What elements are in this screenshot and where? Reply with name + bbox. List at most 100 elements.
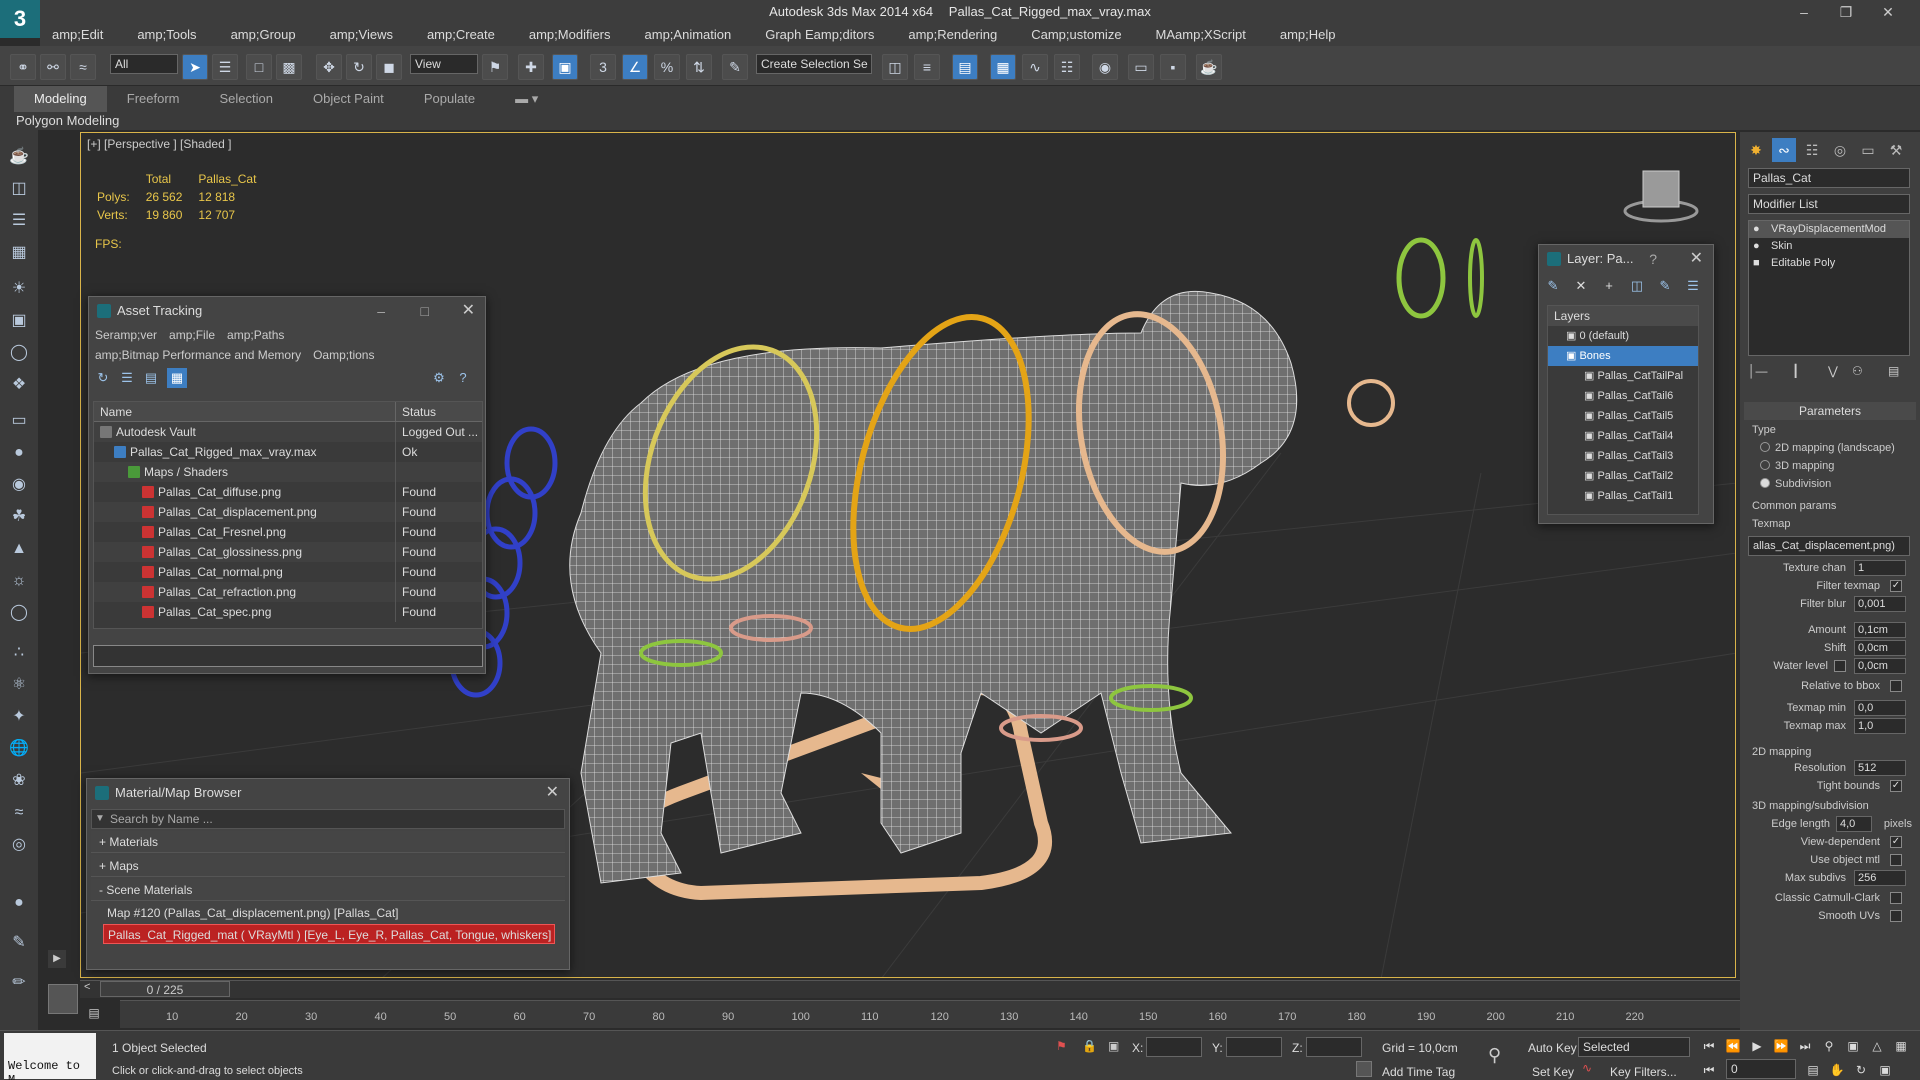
render-sphere-icon[interactable]: ● xyxy=(6,890,32,916)
scene-explorer-icon[interactable]: ◫ xyxy=(6,176,32,202)
key-filter-icon[interactable]: ∿ xyxy=(1582,1061,1592,1075)
asset-row[interactable]: Pallas_Cat_refraction.png Found xyxy=(94,582,482,602)
tab-modeling[interactable]: Modeling xyxy=(14,86,107,112)
y-coordinate-field[interactable] xyxy=(1226,1037,1282,1057)
close-icon[interactable]: ✕ xyxy=(1690,245,1703,273)
reference-coord-select[interactable]: View xyxy=(410,54,478,74)
globe-icon[interactable]: 🌐 xyxy=(6,736,32,762)
particles-icon[interactable]: ∴ xyxy=(6,640,32,666)
edit-named-selection-icon[interactable]: ✎ xyxy=(722,54,748,80)
layer-item[interactable]: ▣ Pallas_CatTail4 xyxy=(1548,426,1698,446)
close-window-button[interactable]: ✕ xyxy=(1868,0,1908,24)
group-maps[interactable]: + Maps xyxy=(91,855,565,877)
x-coordinate-field[interactable] xyxy=(1146,1037,1202,1057)
asset-row[interactable]: Pallas_Cat_glossiness.png Found xyxy=(94,542,482,562)
layer-item[interactable]: ▣ Pallas_CatTailPal xyxy=(1548,366,1698,386)
stack-item-vraydisplacement[interactable]: ● VRayDisplacementMod xyxy=(1749,221,1909,238)
time-config-icon[interactable]: ▤ xyxy=(1804,1061,1822,1079)
filter-blur-input[interactable]: 0,001 xyxy=(1854,596,1906,612)
layer-item[interactable]: ▣ Pallas_CatTail1 xyxy=(1548,486,1698,506)
dynamics-icon[interactable]: ⚛ xyxy=(6,672,32,698)
close-icon[interactable]: ✕ xyxy=(546,779,559,807)
asset-row[interactable]: Pallas_Cat_diffuse.png Found xyxy=(94,482,482,502)
asset-row[interactable]: Maps / Shaders xyxy=(94,462,482,482)
viewport-label[interactable]: [+] [Perspective ] [Shaded ] xyxy=(87,137,231,151)
stack-item-editable-poly[interactable]: ■ Editable Poly xyxy=(1749,255,1909,272)
menu-customize[interactable]: Camp;ustomize xyxy=(1019,24,1133,46)
restore-button[interactable]: ❐ xyxy=(1826,0,1866,24)
hair-icon[interactable]: ≈ xyxy=(6,800,32,826)
render-setup-icon[interactable]: ▭ xyxy=(1128,54,1154,80)
menu-animation[interactable]: amp;Animation xyxy=(633,24,744,46)
asset-row[interactable]: Pallas_Cat_spec.png Found xyxy=(94,602,482,622)
keyboard-shortcut-icon[interactable]: ▣ xyxy=(552,54,578,80)
tab-populate[interactable]: Populate xyxy=(404,86,495,112)
filter-texmap-checkbox[interactable]: ✓ xyxy=(1890,580,1902,592)
layer-item[interactable]: ▣ Bones xyxy=(1548,346,1698,366)
align-icon[interactable]: ≡ xyxy=(914,54,940,80)
list-icon[interactable]: ☰ xyxy=(6,208,32,234)
highlight-layer-icon[interactable]: ✎ xyxy=(1655,276,1675,296)
modify-tab-icon[interactable]: ∾ xyxy=(1772,138,1796,162)
layer-panel-titlebar[interactable]: Layer: Pa... ? ✕ xyxy=(1539,245,1713,273)
space-warp-icon[interactable]: ❖ xyxy=(6,372,32,398)
table-icon[interactable]: ▦ xyxy=(6,240,32,266)
stack-item-skin[interactable]: ● Skin xyxy=(1749,238,1909,255)
zoom-icon[interactable]: ⚲ xyxy=(1820,1037,1838,1055)
menu-graph-editors[interactable]: Graph Eamp;ditors xyxy=(753,24,886,46)
menu-rendering[interactable]: amp;Rendering xyxy=(896,24,1009,46)
play-icon[interactable]: ▶ xyxy=(1748,1037,1766,1055)
key-mode-toggle-icon[interactable]: ⏮ xyxy=(1700,1061,1718,1079)
refresh-icon[interactable]: ↻ xyxy=(93,368,113,388)
pan-icon[interactable]: ✋ xyxy=(1828,1061,1846,1079)
type-2d-option[interactable]: 2D mapping (landscape) xyxy=(1744,440,1916,458)
pin-stack-icon[interactable]: │— xyxy=(1748,364,1768,378)
menu-bitmap-performance[interactable]: amp;Bitmap Performance and Memory xyxy=(89,345,307,365)
menu-tools[interactable]: amp;Tools xyxy=(125,24,208,46)
previous-frame-icon[interactable]: ⏪ xyxy=(1724,1037,1742,1055)
radio-2d-icon[interactable] xyxy=(1760,442,1770,452)
layer-help-icon[interactable]: ? xyxy=(1649,245,1657,273)
curve-editor-icon[interactable]: ∿ xyxy=(1022,54,1048,80)
tight-bounds-checkbox[interactable]: ✓ xyxy=(1890,780,1902,792)
radio-3d-icon[interactable] xyxy=(1760,460,1770,470)
modifier-list-select[interactable]: Modifier List xyxy=(1748,194,1910,214)
bones-icon[interactable]: ✦ xyxy=(6,704,32,730)
scene-material-entry-selected[interactable]: Pallas_Cat_Rigged_mat ( VRayMtl ) [Eye_L… xyxy=(103,924,555,944)
minimize-icon[interactable]: – xyxy=(377,297,385,325)
orbit-icon[interactable]: ↻ xyxy=(1852,1061,1870,1079)
water-level-checkbox[interactable] xyxy=(1834,660,1846,672)
current-frame-field[interactable]: 0 xyxy=(1726,1059,1796,1079)
table-view-icon[interactable]: ▦ xyxy=(167,368,187,388)
menu-create[interactable]: amp;Create xyxy=(415,24,507,46)
search-dropdown-icon[interactable]: ▼ xyxy=(95,810,105,828)
menu-file[interactable]: amp;File xyxy=(163,325,221,345)
lock-selection-icon[interactable]: 🔒 xyxy=(1082,1039,1097,1053)
window-crossing-icon[interactable]: ▩ xyxy=(276,54,302,80)
object-name-field[interactable]: Pallas_Cat xyxy=(1748,168,1910,188)
percent-snap-icon[interactable]: % xyxy=(654,54,680,80)
goto-start-icon[interactable]: ⏮ xyxy=(1700,1037,1718,1055)
asset-row[interactable]: Pallas_Cat_displacement.png Found xyxy=(94,502,482,522)
isolate-icon[interactable]: ⚑ xyxy=(1056,1039,1067,1053)
asset-row[interactable]: Pallas_Cat_Rigged_max_vray.max Ok xyxy=(94,442,482,462)
graphite-toolset-icon[interactable]: ▦ xyxy=(990,54,1016,80)
maxscript-listener[interactable]: Welcome to M xyxy=(4,1033,96,1080)
render-teapot-icon[interactable]: ☕ xyxy=(1196,54,1222,80)
track-view-icon[interactable]: ▤ xyxy=(80,1006,108,1024)
texmap-max-input[interactable]: 1,0 xyxy=(1854,718,1906,734)
create-tab-icon[interactable]: ✸ xyxy=(1744,138,1768,162)
new-layer-icon[interactable]: ✎ xyxy=(1543,276,1563,296)
help-icon[interactable]: ? xyxy=(453,368,473,388)
menu-server[interactable]: Seramp;ver xyxy=(89,325,163,345)
menu-maxscript[interactable]: MAamp;XScript xyxy=(1144,24,1258,46)
layer-item[interactable]: ▣ Pallas_CatTail5 xyxy=(1548,406,1698,426)
bulb-icon[interactable]: ● xyxy=(1753,238,1760,255)
menu-options[interactable]: Oamp;tions xyxy=(307,345,380,365)
scale-icon[interactable]: ◼ xyxy=(376,54,402,80)
track-bar-ruler[interactable]: 10 20 30 40 50 60 70 80 90 100 110 120 130 140 150 160 1… xyxy=(120,1000,1740,1028)
asset-row[interactable]: Pallas_Cat_Fresnel.png Found xyxy=(94,522,482,542)
tab-selection[interactable]: Selection xyxy=(200,86,293,112)
vault-icon[interactable]: ⚙ xyxy=(429,368,449,388)
zoom-extents-icon[interactable]: ▣ xyxy=(1844,1037,1862,1055)
